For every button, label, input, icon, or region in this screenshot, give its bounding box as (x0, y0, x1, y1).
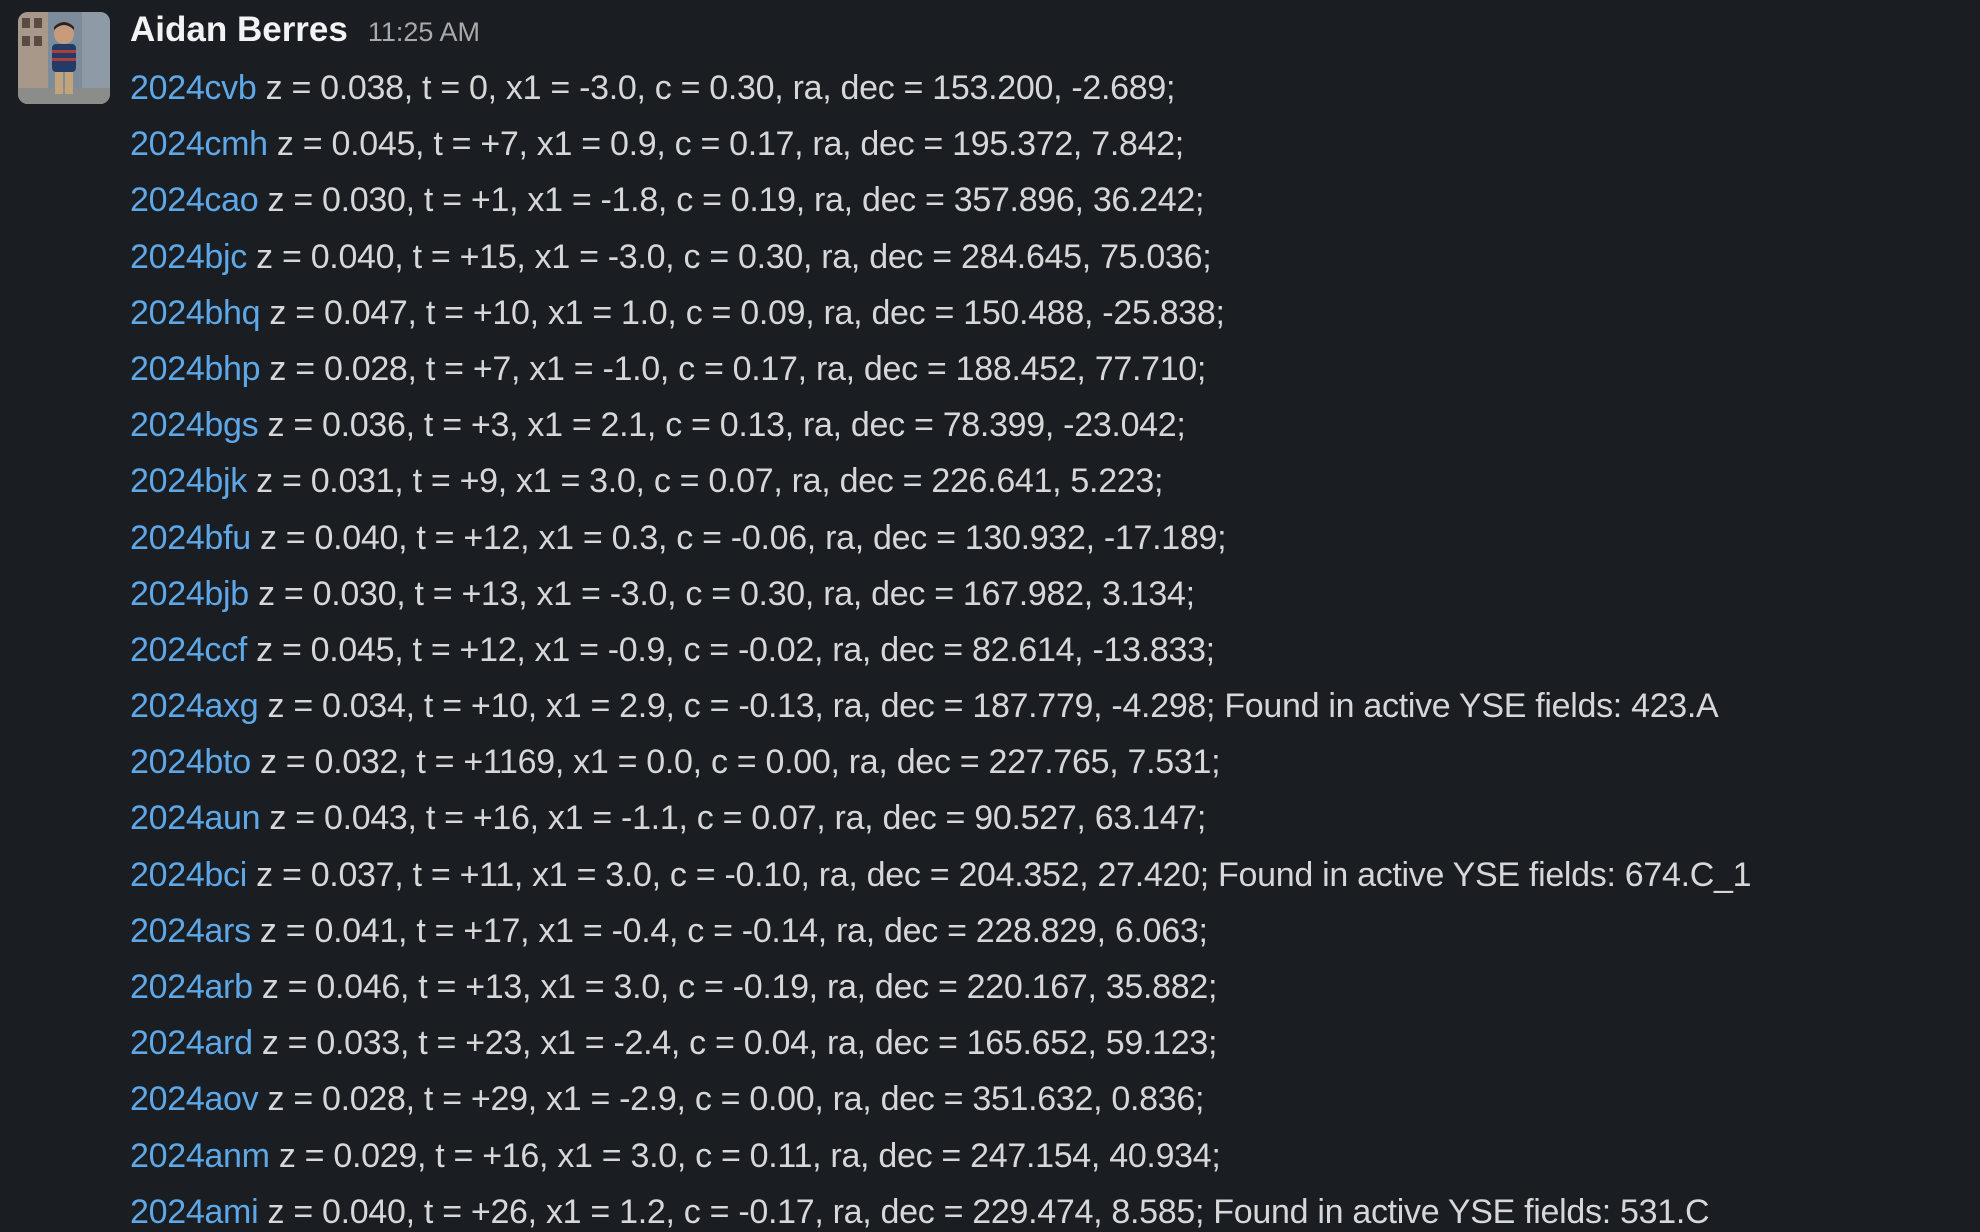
message-line: 2024bjb z = 0.030, t = +13, x1 = -3.0, c… (130, 570, 1980, 626)
supernova-link[interactable]: 2024axg (130, 687, 259, 725)
message-line: 2024aov z = 0.028, t = +29, x1 = -2.9, c… (130, 1075, 1980, 1131)
message-line: 2024bci z = 0.037, t = +11, x1 = 3.0, c … (130, 851, 1980, 907)
line-text: z = 0.038, t = 0, x1 = -3.0, c = 0.30, r… (256, 69, 1176, 107)
line-text: z = 0.036, t = +3, x1 = 2.1, c = 0.13, r… (258, 406, 1186, 445)
chat-message: Aidan Berres 11:25 AM 2024cvb z = 0.038,… (0, 0, 1980, 1232)
line-text: z = 0.040, t = +12, x1 = 0.3, c = -0.06,… (250, 518, 1227, 557)
message-line: 2024axg z = 0.034, t = +10, x1 = 2.9, c … (130, 682, 1980, 738)
line-text: z = 0.028, t = +7, x1 = -1.0, c = 0.17, … (260, 349, 1207, 388)
user-avatar-icon (18, 12, 110, 104)
line-text: z = 0.045, t = +7, x1 = 0.9, c = 0.17, r… (267, 125, 1184, 164)
line-text: z = 0.043, t = +16, x1 = -1.1, c = 0.07,… (260, 799, 1207, 838)
supernova-link[interactable]: 2024arb (130, 968, 253, 1006)
supernova-link[interactable]: 2024bto (130, 743, 251, 781)
line-text: z = 0.028, t = +29, x1 = -2.9, c = 0.00,… (258, 1080, 1205, 1119)
message-line: 2024bto z = 0.032, t = +1169, x1 = 0.0, … (130, 738, 1980, 794)
author-name[interactable]: Aidan Berres (130, 10, 348, 50)
supernova-link[interactable]: 2024bfu (130, 519, 251, 557)
message-timestamp[interactable]: 11:25 AM (368, 17, 480, 48)
message-line: 2024bhp z = 0.028, t = +7, x1 = -1.0, c … (130, 345, 1980, 401)
line-text: z = 0.037, t = +11, x1 = 3.0, c = -0.10,… (247, 855, 1752, 894)
supernova-link[interactable]: 2024ard (130, 1024, 253, 1062)
supernova-link[interactable]: 2024bjc (130, 238, 247, 276)
message-line: 2024ard z = 0.033, t = +23, x1 = -2.4, c… (130, 1019, 1980, 1075)
supernova-link[interactable]: 2024ars (130, 912, 251, 950)
supernova-link[interactable]: 2024bhp (130, 350, 261, 388)
line-text: z = 0.040, t = +26, x1 = 1.2, c = -0.17,… (258, 1192, 1710, 1231)
line-text: z = 0.032, t = +1169, x1 = 0.0, c = 0.00… (250, 743, 1221, 782)
supernova-link[interactable]: 2024bjb (130, 575, 249, 613)
message-line: 2024bgs z = 0.036, t = +3, x1 = 2.1, c =… (130, 401, 1980, 457)
supernova-link[interactable]: 2024ami (130, 1193, 259, 1231)
line-text: z = 0.045, t = +12, x1 = -0.9, c = -0.02… (246, 630, 1215, 669)
message-line: 2024cao z = 0.030, t = +1, x1 = -1.8, c … (130, 176, 1980, 232)
message-line: 2024anm z = 0.029, t = +16, x1 = 3.0, c … (130, 1132, 1980, 1188)
line-text: z = 0.040, t = +15, x1 = -3.0, c = 0.30,… (247, 237, 1212, 276)
message-line: 2024ccf z = 0.045, t = +12, x1 = -0.9, c… (130, 626, 1980, 682)
line-text: z = 0.034, t = +10, x1 = 2.9, c = -0.13,… (258, 687, 1719, 726)
line-text: z = 0.029, t = +16, x1 = 3.0, c = 0.11, … (269, 1136, 1221, 1175)
supernova-link[interactable]: 2024bhq (130, 294, 261, 332)
line-text: z = 0.047, t = +10, x1 = 1.0, c = 0.09, … (260, 293, 1225, 332)
supernova-link[interactable]: 2024ccf (130, 631, 247, 669)
message-line: 2024cvb z = 0.038, t = 0, x1 = -3.0, c =… (130, 64, 1980, 120)
message-line: 2024bfu z = 0.040, t = +12, x1 = 0.3, c … (130, 514, 1980, 570)
supernova-link[interactable]: 2024bjk (130, 462, 247, 500)
line-text: z = 0.041, t = +17, x1 = -0.4, c = -0.14… (250, 911, 1208, 950)
message-line: 2024bhq z = 0.047, t = +10, x1 = 1.0, c … (130, 289, 1980, 345)
message-line: 2024arb z = 0.046, t = +13, x1 = 3.0, c … (130, 963, 1980, 1019)
message-line: 2024ars z = 0.041, t = +17, x1 = -0.4, c… (130, 907, 1980, 963)
supernova-link[interactable]: 2024bgs (130, 406, 259, 444)
line-text: z = 0.046, t = +13, x1 = 3.0, c = -0.19,… (252, 968, 1218, 1006)
supernova-link[interactable]: 2024aun (130, 799, 261, 837)
supernova-link[interactable]: 2024cmh (130, 125, 268, 163)
message-header: Aidan Berres 11:25 AM (130, 10, 480, 54)
supernova-link[interactable]: 2024bci (130, 856, 247, 894)
supernova-link[interactable]: 2024cao (130, 181, 259, 219)
message-line: 2024cmh z = 0.045, t = +7, x1 = 0.9, c =… (130, 120, 1980, 176)
message-line: 2024ami z = 0.040, t = +26, x1 = 1.2, c … (130, 1188, 1980, 1232)
supernova-link[interactable]: 2024anm (130, 1137, 270, 1175)
line-text: z = 0.030, t = +1, x1 = -1.8, c = 0.19, … (258, 181, 1205, 220)
message-line: 2024bjk z = 0.031, t = +9, x1 = 3.0, c =… (130, 457, 1980, 513)
avatar[interactable] (18, 12, 110, 104)
line-text: z = 0.033, t = +23, x1 = -2.4, c = 0.04,… (252, 1024, 1218, 1063)
line-text: z = 0.031, t = +9, x1 = 3.0, c = 0.07, r… (247, 462, 1164, 501)
line-text: z = 0.030, t = +13, x1 = -3.0, c = 0.30,… (248, 574, 1195, 613)
supernova-link[interactable]: 2024aov (130, 1080, 259, 1118)
message-line: 2024bjc z = 0.040, t = +15, x1 = -3.0, c… (130, 233, 1980, 289)
message-line: 2024aun z = 0.043, t = +16, x1 = -1.1, c… (130, 794, 1980, 850)
supernova-link[interactable]: 2024cvb (130, 69, 257, 107)
message-body: 2024cvb z = 0.038, t = 0, x1 = -3.0, c =… (130, 64, 1980, 1232)
